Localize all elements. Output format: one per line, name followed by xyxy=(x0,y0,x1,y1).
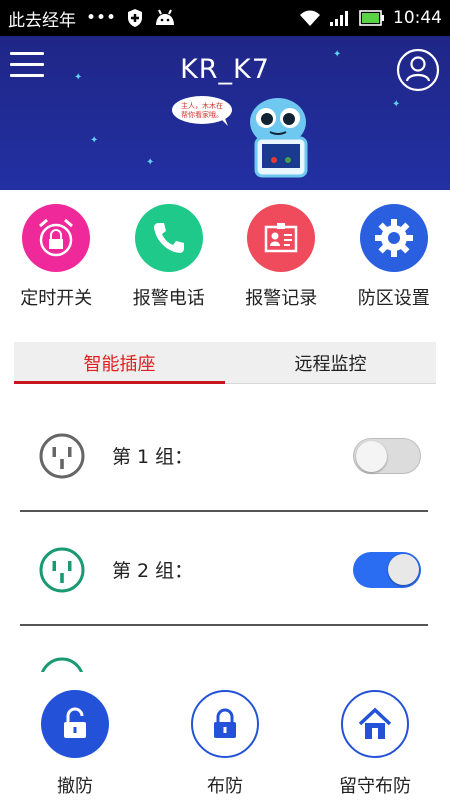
arm-button[interactable]: 布防 xyxy=(150,672,300,800)
device-title: KR_K7 xyxy=(180,54,270,85)
toggle-knob xyxy=(356,441,387,472)
profile-button[interactable] xyxy=(396,48,440,92)
zone-settings-label: 防区设置 xyxy=(357,288,430,309)
socket-row-2: 第 2 组： xyxy=(20,512,428,626)
tab-remote-monitor[interactable]: 远程监控 xyxy=(225,342,436,383)
notification-dots: ••• xyxy=(86,8,117,28)
wifi-icon xyxy=(299,9,321,27)
home-icon xyxy=(341,690,409,758)
alarm-phone-label: 报警电话 xyxy=(132,288,205,309)
gear-icon xyxy=(359,204,428,272)
star-decoration: ✦ xyxy=(392,99,401,110)
signal-icon xyxy=(329,9,351,27)
status-bar: 此去经年 ••• 10:44 xyxy=(0,0,450,36)
arm-label: 布防 xyxy=(207,776,243,797)
tab-smart-socket[interactable]: 智能插座 xyxy=(14,342,225,384)
alarm-phone-button[interactable]: 报警电话 xyxy=(113,190,226,320)
id-card-icon xyxy=(247,204,316,272)
toggle-knob xyxy=(388,554,419,585)
zone-settings-button[interactable]: 防区设置 xyxy=(338,190,450,320)
disarm-label: 撤防 xyxy=(57,776,93,797)
star-decoration: ✦ xyxy=(90,135,99,146)
header-banner: ✦ ✦ ✦ ✦ ✦ KR_K7 主人，木木在 帮你看家哦。 xyxy=(0,36,450,190)
power-socket-icon xyxy=(39,433,85,479)
unlock-icon xyxy=(41,690,109,758)
alarm-clock-icon xyxy=(22,204,91,272)
battery-icon xyxy=(359,10,385,26)
clock: 10:44 xyxy=(393,8,442,28)
quick-actions: 定时开关 报警电话 报警记录 防区设置 xyxy=(0,190,450,320)
svg-text:帮你看家哦。: 帮你看家哦。 xyxy=(181,110,223,119)
alarm-record-button[interactable]: 报警记录 xyxy=(225,190,338,320)
carrier-name: 此去经年 xyxy=(8,10,76,31)
socket-row-1: 第 1 组： xyxy=(20,398,428,512)
android-icon xyxy=(154,9,176,27)
star-decoration: ✦ xyxy=(146,157,155,168)
lock-icon xyxy=(191,690,259,758)
phone-icon xyxy=(134,204,203,272)
alarm-record-label: 报警记录 xyxy=(245,288,318,309)
tab-bar: 智能插座 远程监控 xyxy=(14,342,436,384)
disarm-button[interactable]: 撤防 xyxy=(0,672,150,800)
speech-bubble-text: 主人，木木在 xyxy=(181,101,223,110)
user-icon xyxy=(396,48,440,92)
socket-group-label: 第 2 组： xyxy=(112,560,194,582)
socket-group-1-toggle[interactable] xyxy=(353,438,421,474)
shield-icon xyxy=(126,8,144,28)
robot-mascot: 主人，木木在 帮你看家哦。 xyxy=(172,96,308,178)
socket-group-label: 第 1 组： xyxy=(112,446,194,468)
socket-group-2-toggle[interactable] xyxy=(353,552,421,588)
stay-arm-label: 留守布防 xyxy=(339,776,411,797)
timer-switch-label: 定时开关 xyxy=(20,288,93,309)
bottom-action-bar: 撤防 布防 留守布防 xyxy=(0,672,450,800)
timer-switch-button[interactable]: 定时开关 xyxy=(0,190,113,320)
stay-arm-button[interactable]: 留守布防 xyxy=(300,672,450,800)
power-socket-icon xyxy=(39,547,85,593)
